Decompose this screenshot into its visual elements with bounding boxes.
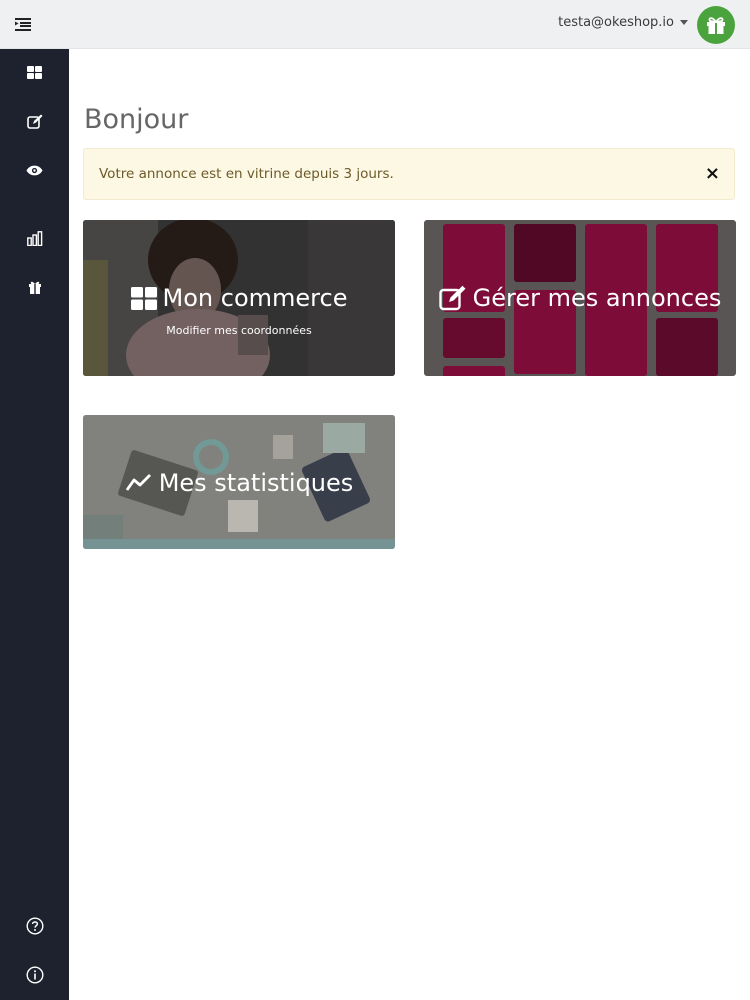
edit-icon [438, 285, 466, 311]
tile-mes-statistiques[interactable]: Mes statistiques [83, 415, 395, 549]
sidebar-item-dashboard[interactable] [0, 52, 69, 92]
tile-title-text: Mes statistiques [158, 469, 354, 497]
decor-block [514, 224, 576, 282]
line-chart-icon [125, 474, 151, 491]
sidebar-item-statistics[interactable] [0, 218, 69, 258]
sidebar-item-edit[interactable] [0, 101, 69, 141]
sidebar-item-preview[interactable] [0, 150, 69, 190]
tile-subtitle: Modifier mes coordonnées [166, 324, 312, 337]
tile-title: Gérer mes annonces [424, 280, 736, 316]
tile-title-text: Mon commerce [162, 284, 348, 312]
gift-button[interactable] [697, 6, 735, 44]
tile-gerer-annonces[interactable]: Gérer mes annonces [424, 220, 736, 376]
help-icon [25, 917, 44, 935]
sidebar-item-gift[interactable] [0, 267, 69, 307]
page-title: Bonjour [84, 104, 189, 135]
top-bar: testa@okeshop.io [0, 0, 750, 49]
info-icon [25, 966, 44, 984]
alert-message: Votre annonce est en vitrine depuis 3 jo… [99, 166, 394, 182]
sidebar-item-help[interactable] [0, 906, 69, 946]
decor-block [656, 318, 718, 376]
tile-title-text: Gérer mes annonces [472, 284, 722, 312]
dashboard-icon [130, 286, 157, 310]
close-icon[interactable]: × [705, 163, 720, 185]
menu-toggle-button[interactable] [0, 0, 45, 49]
gift-icon [707, 17, 725, 34]
tile-mon-commerce[interactable]: Mon commerce Modifier mes coordonnées [83, 220, 395, 376]
decor-block [443, 318, 505, 358]
menu-collapse-icon [14, 18, 31, 31]
tile-title: Mon commerce [83, 280, 395, 316]
sidebar-item-info[interactable] [0, 955, 69, 995]
bar-chart-icon [26, 230, 42, 246]
dashboard-icon [27, 65, 42, 79]
edit-icon [26, 114, 42, 129]
alert-banner: Votre annonce est en vitrine depuis 3 jo… [83, 148, 735, 200]
tile-title: Mes statistiques [83, 465, 395, 501]
user-menu[interactable]: testa@okeshop.io [558, 15, 688, 30]
caret-down-icon [680, 20, 688, 25]
user-email: testa@okeshop.io [558, 15, 674, 30]
sidebar [0, 49, 69, 1000]
gift-icon [28, 281, 41, 294]
decor-block [443, 366, 505, 376]
eye-icon [26, 165, 43, 175]
